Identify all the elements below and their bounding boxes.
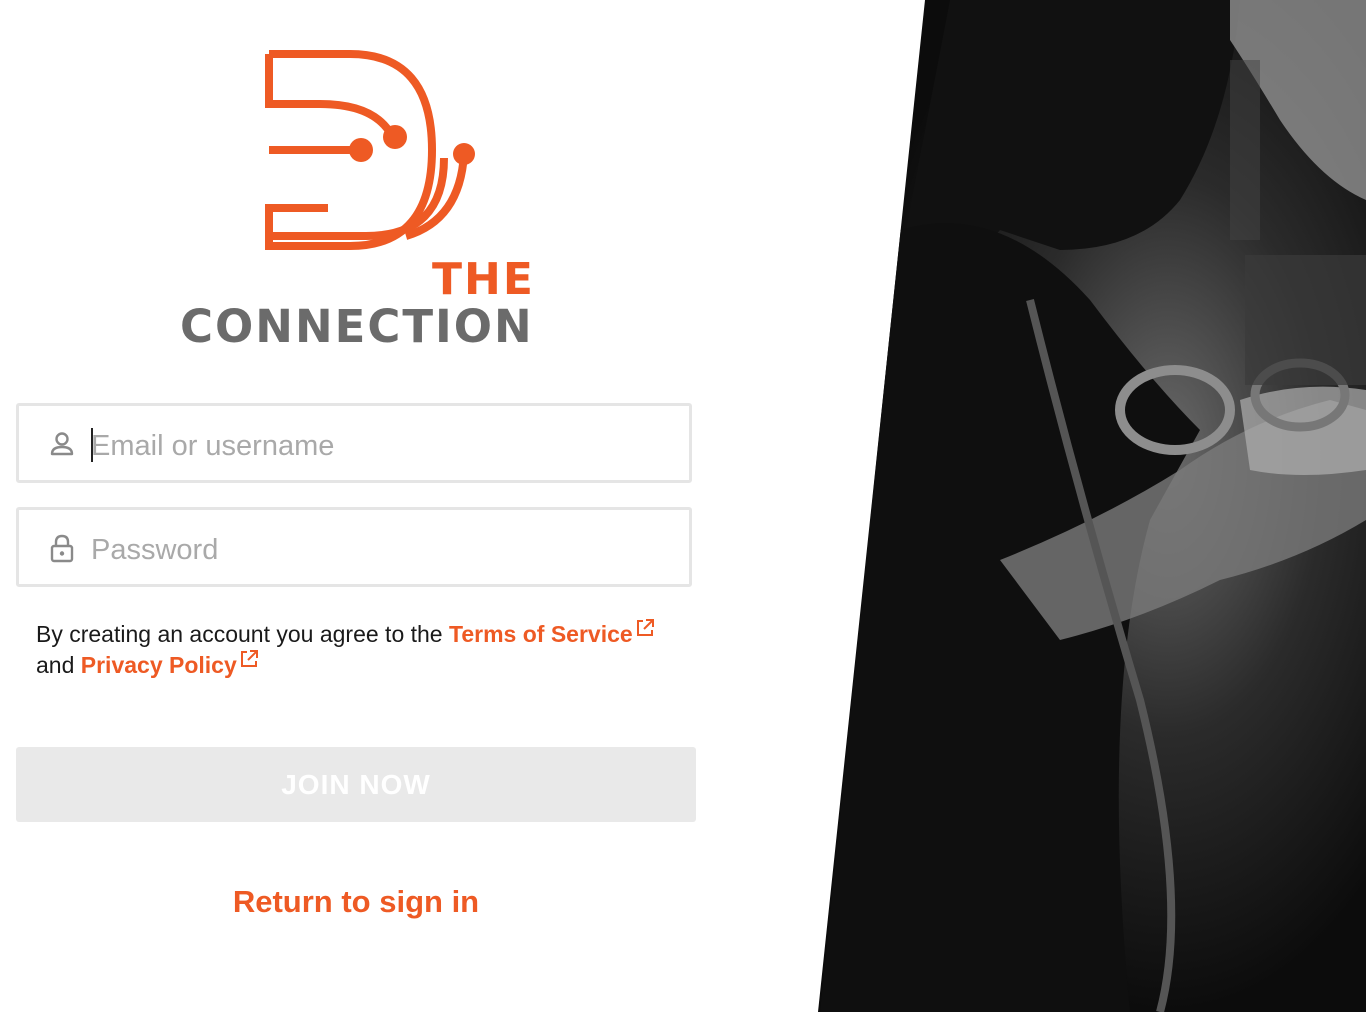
hero-photo	[818, 0, 1366, 1012]
